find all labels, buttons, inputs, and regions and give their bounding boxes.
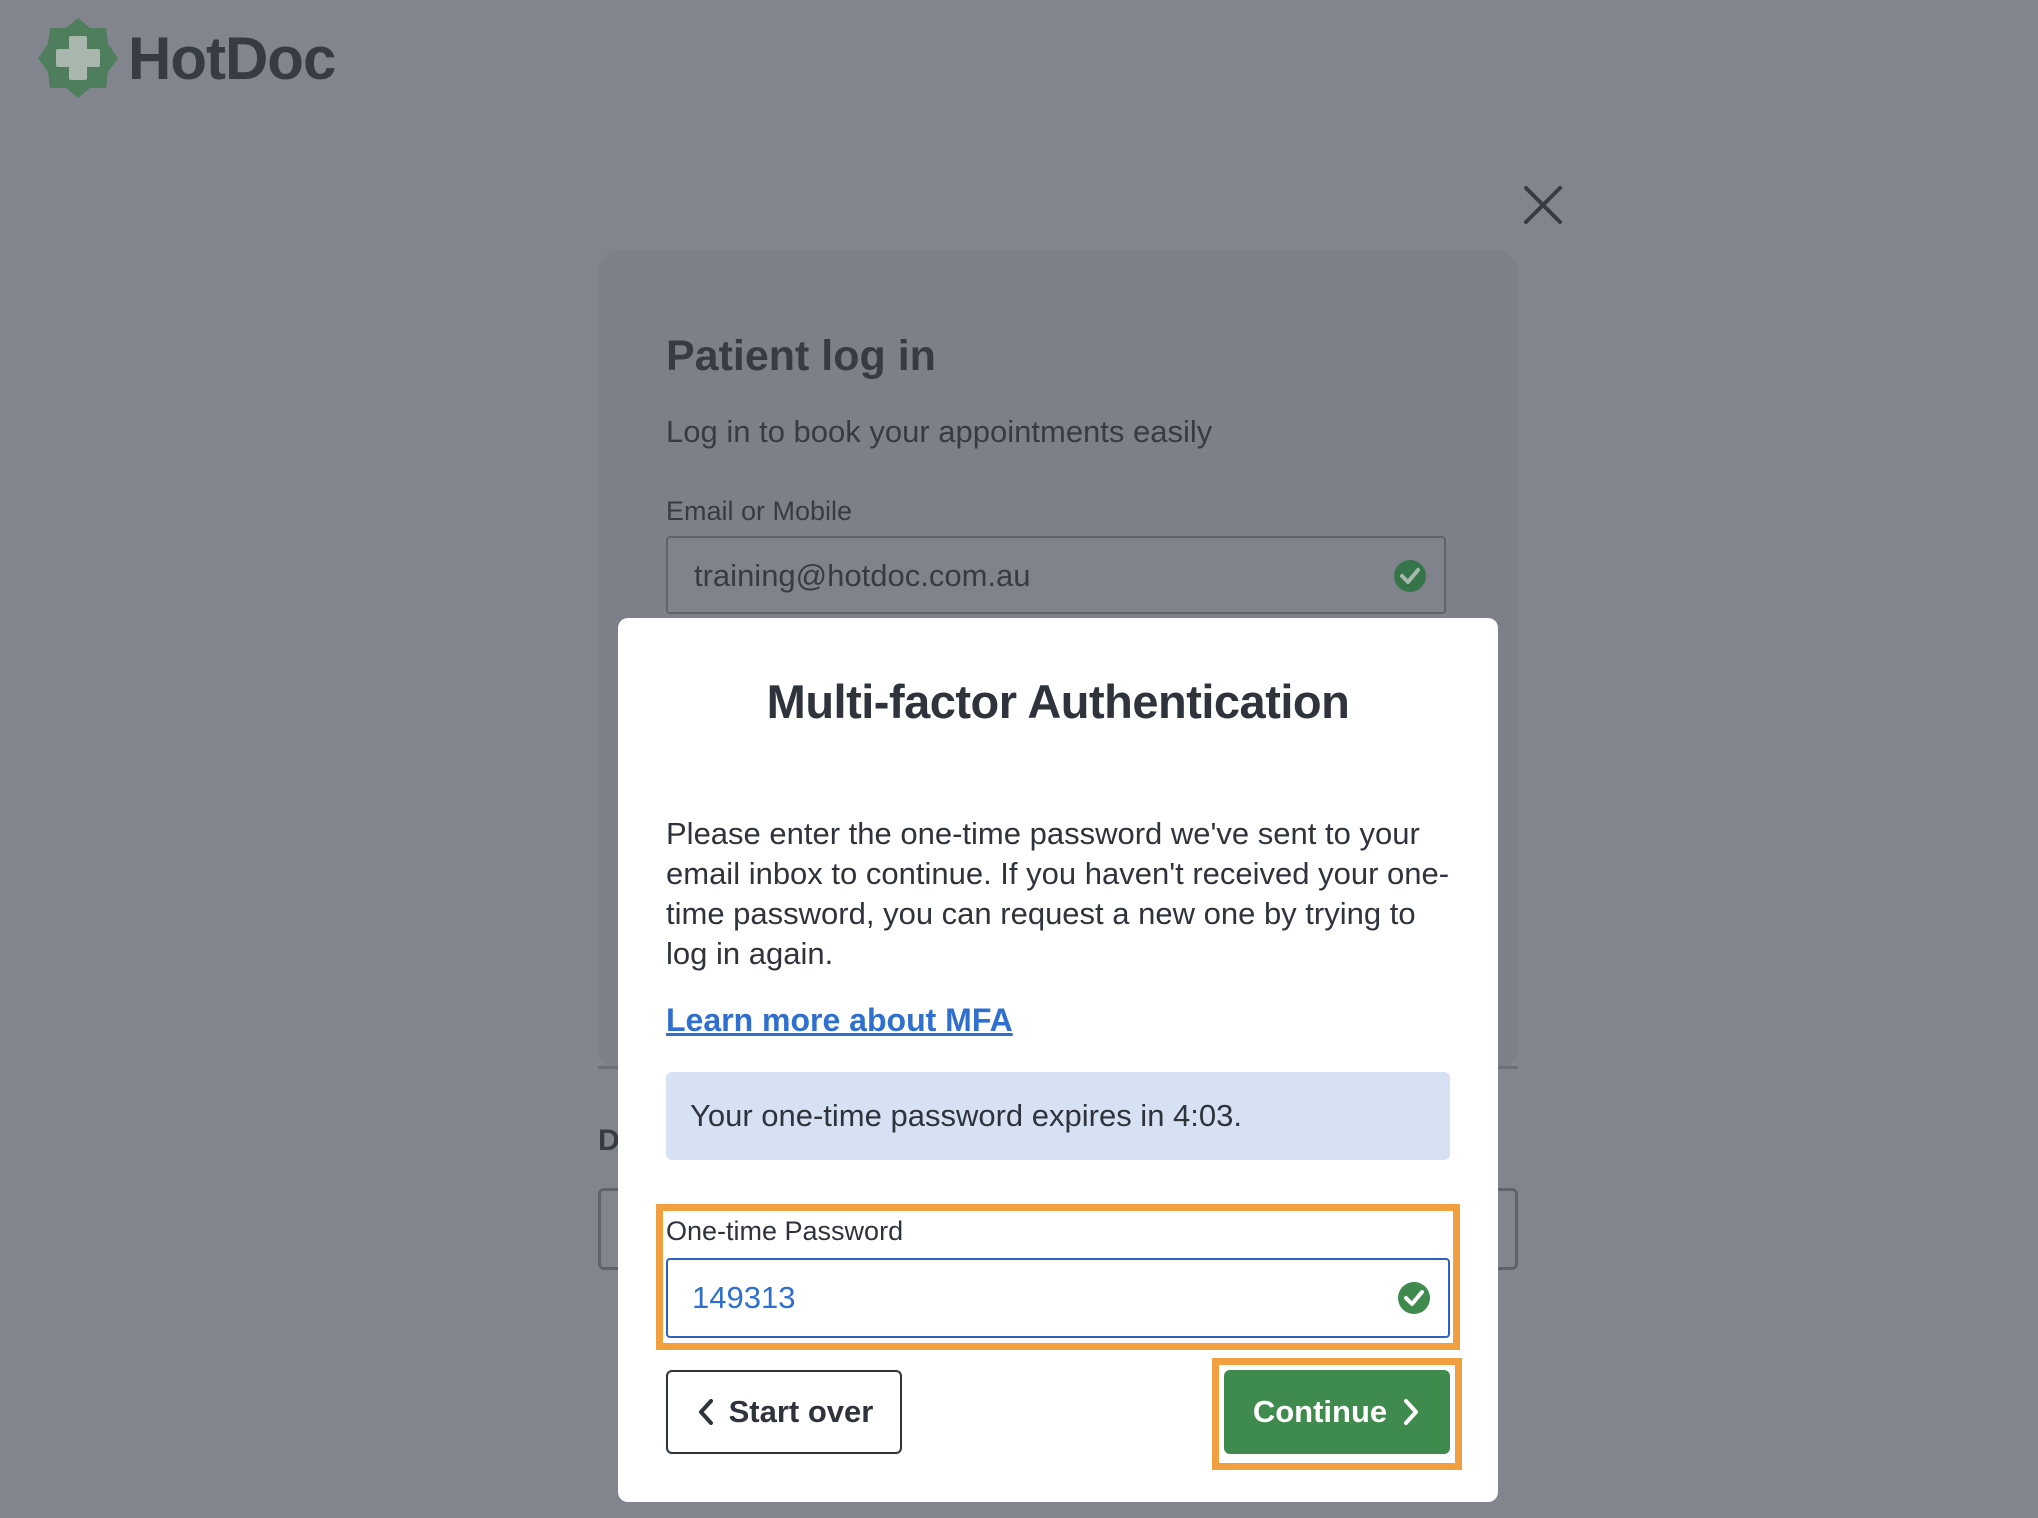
start-over-label: Start over [728, 1394, 874, 1429]
learn-more-mfa-link[interactable]: Learn more about MFA [666, 1002, 1013, 1039]
background-partial-heading: D [598, 1124, 620, 1157]
close-button[interactable] [1520, 182, 1566, 228]
close-icon [1524, 186, 1562, 224]
continue-button[interactable]: Continue [1224, 1370, 1450, 1454]
otp-expiry-banner: Your one-time password expires in 4:03. [666, 1072, 1450, 1160]
check-circle-icon [1398, 1282, 1430, 1314]
email-field[interactable]: training@hotdoc.com.au [666, 536, 1446, 614]
otp-expiry-text: Your one-time password expires in 4:03. [690, 1098, 1242, 1133]
email-value: training@hotdoc.com.au [694, 558, 1031, 593]
otp-field[interactable] [666, 1258, 1450, 1338]
chevron-left-icon [698, 1399, 713, 1425]
hotdoc-logo[interactable]: HotDoc [36, 16, 336, 100]
continue-label: Continue [1252, 1394, 1388, 1429]
email-label: Email or Mobile [666, 496, 853, 526]
brand-name: HotDoc [128, 24, 336, 92]
mfa-instructions: Please enter the one-time password we've… [666, 816, 1450, 971]
login-title: Patient log in [666, 332, 936, 380]
otp-label: One-time Password [666, 1216, 904, 1246]
mfa-title: Multi-factor Authentication [766, 675, 1350, 728]
chevron-right-icon [1404, 1399, 1419, 1425]
mfa-modal: Multi-factor Authentication Please enter… [618, 618, 1498, 1502]
page-background: HotDoc Patient log in Log in to book you… [0, 0, 2038, 1518]
check-circle-icon [1394, 560, 1426, 592]
otp-input[interactable] [692, 1274, 1352, 1322]
login-subtitle: Log in to book your appointments easily [666, 414, 1213, 449]
medical-cross-icon [38, 18, 118, 98]
start-over-button[interactable]: Start over [666, 1370, 902, 1454]
